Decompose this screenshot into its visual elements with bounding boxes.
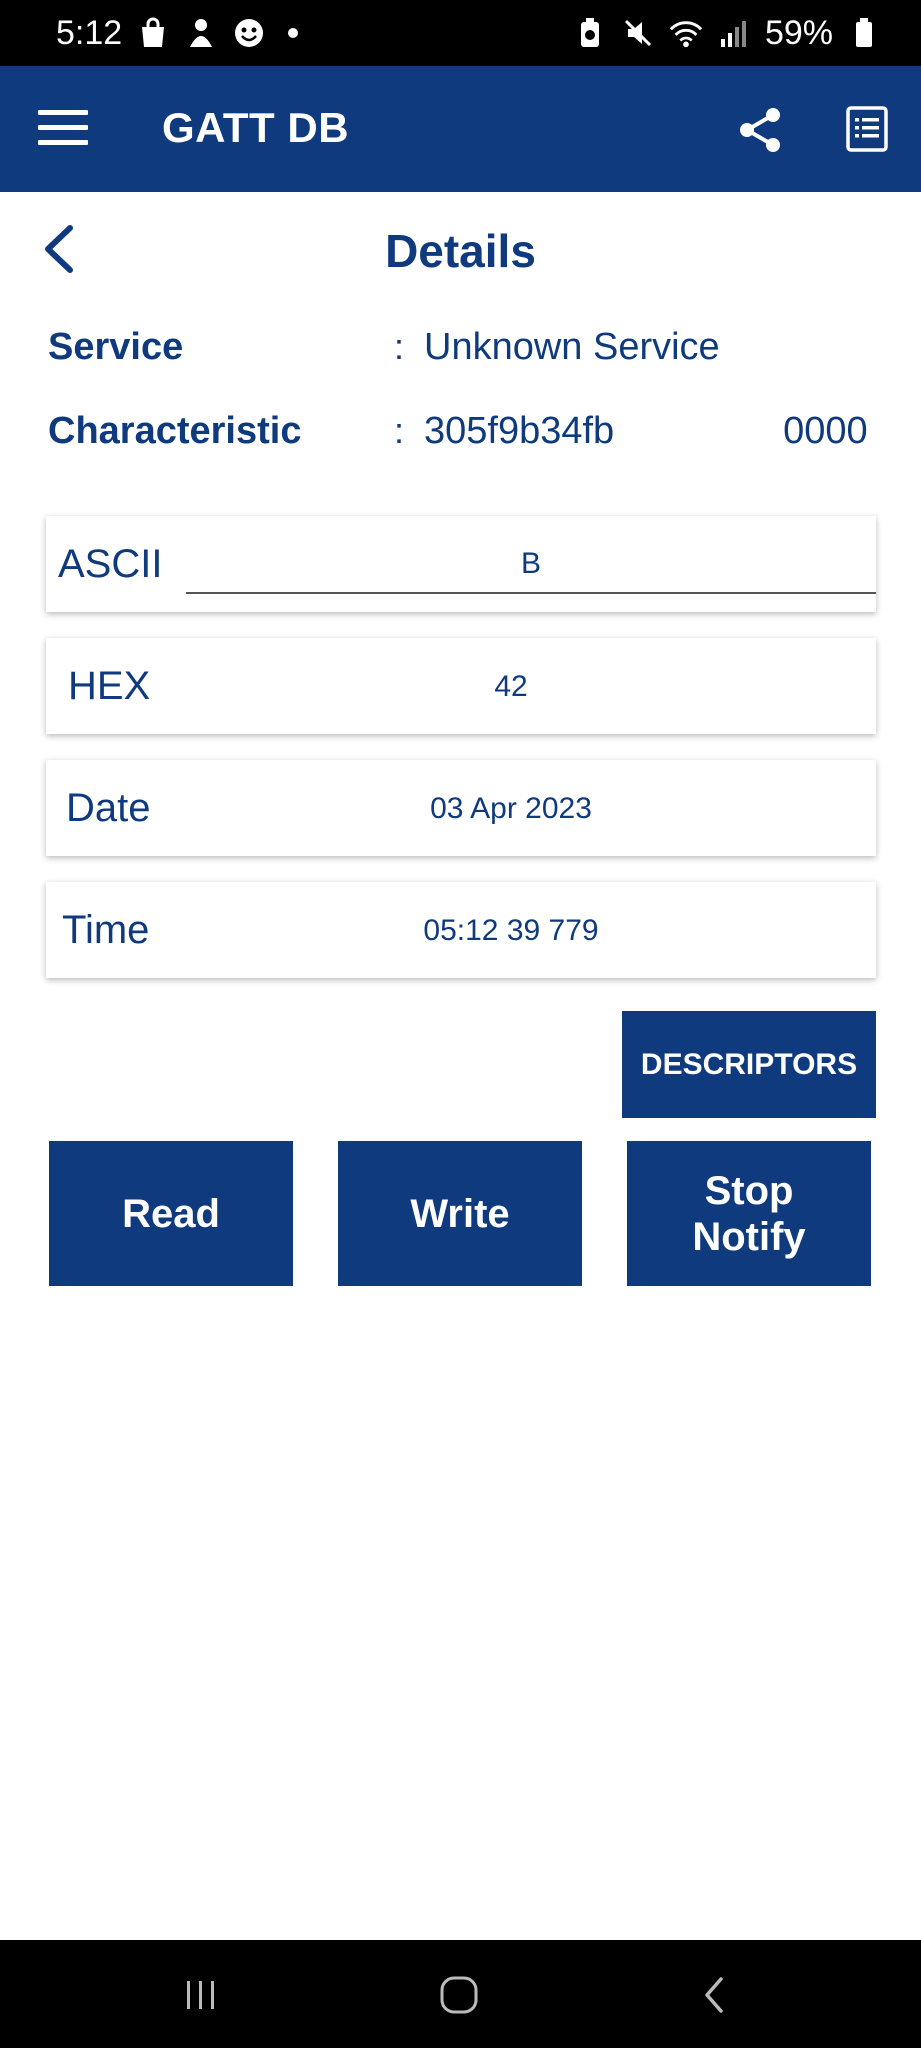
descriptors-button[interactable]: DESCRIPTORS bbox=[622, 1011, 876, 1118]
status-bar: 5:12 59% bbox=[0, 0, 921, 66]
stop-notify-button[interactable]: Stop Notify bbox=[627, 1141, 871, 1286]
more-notifications-dot-icon bbox=[288, 28, 299, 38]
time-card: Time 05:12 39 779 bbox=[46, 882, 876, 978]
battery-saver-icon bbox=[573, 16, 607, 50]
hamburger-menu-icon[interactable] bbox=[38, 110, 88, 150]
write-button[interactable]: Write bbox=[338, 1141, 582, 1286]
date-card: Date 03 Apr 2023 bbox=[46, 760, 876, 856]
system-navigation-bar bbox=[0, 1940, 921, 2048]
battery-icon bbox=[847, 16, 881, 50]
ascii-label: ASCII bbox=[58, 542, 163, 586]
hex-card: HEX 42 bbox=[46, 638, 876, 734]
read-button[interactable]: Read bbox=[49, 1141, 293, 1286]
app-title: GATT DB bbox=[162, 104, 350, 151]
date-value: 03 Apr 2023 bbox=[430, 792, 592, 825]
time-value: 05:12 39 779 bbox=[423, 914, 599, 947]
share-icon[interactable] bbox=[736, 106, 784, 154]
back-navigation-icon[interactable] bbox=[680, 1970, 750, 2020]
hex-value: 42 bbox=[494, 670, 528, 703]
battery-percentage: 59% bbox=[764, 13, 833, 52]
app-bar: GATT DB bbox=[0, 66, 921, 192]
page-title: Details bbox=[385, 225, 536, 277]
service-colon: : bbox=[394, 326, 405, 367]
service-value: Unknown Service bbox=[424, 326, 720, 368]
status-time: 5:12 bbox=[56, 13, 123, 52]
shopping-bag-icon bbox=[136, 16, 170, 50]
list-log-icon[interactable] bbox=[846, 106, 888, 152]
signal-icon bbox=[717, 16, 751, 50]
service-label: Service bbox=[48, 326, 184, 368]
characteristic-colon: : bbox=[394, 410, 405, 451]
ascii-input[interactable] bbox=[186, 536, 876, 594]
home-icon[interactable] bbox=[424, 1970, 494, 2020]
recent-apps-icon[interactable] bbox=[166, 1970, 236, 2020]
chevron-left-icon[interactable] bbox=[40, 224, 80, 274]
mute-icon bbox=[621, 16, 655, 50]
notification-app-icon bbox=[184, 16, 218, 50]
characteristic-label: Characteristic bbox=[48, 410, 302, 452]
characteristic-value: 305f9b34fb 0000 bbox=[424, 410, 868, 452]
ascii-card: ASCII bbox=[46, 516, 876, 612]
smiley-icon bbox=[232, 16, 266, 50]
wifi-icon bbox=[669, 16, 703, 50]
